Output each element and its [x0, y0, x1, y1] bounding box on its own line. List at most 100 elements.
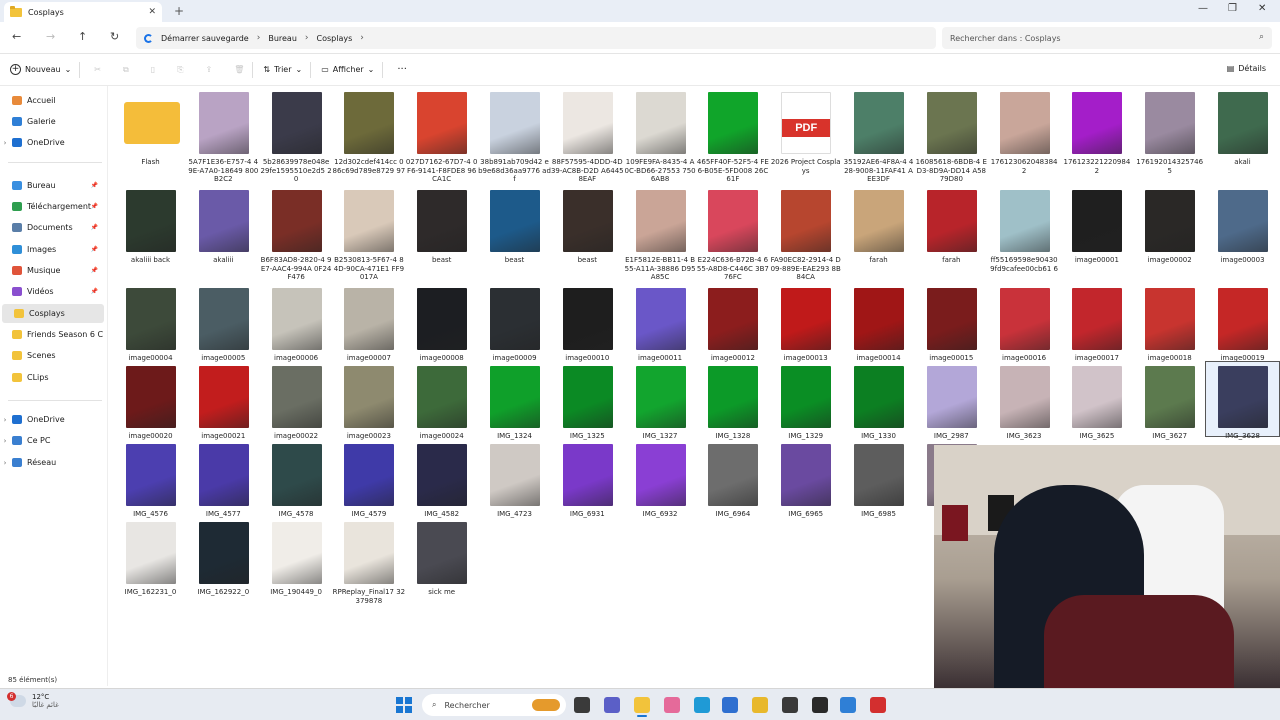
- image-file-item[interactable]: image00021: [187, 362, 260, 440]
- image-file-item[interactable]: IMG_3628: [1205, 361, 1280, 440]
- image-file-item[interactable]: IMG_1328: [696, 362, 769, 440]
- paint-icon[interactable]: [664, 697, 680, 713]
- edge-icon[interactable]: [694, 697, 710, 713]
- more-options-icon[interactable]: ···: [397, 64, 407, 75]
- breadcrumb-separator[interactable]: ›: [305, 33, 309, 43]
- image-file-item[interactable]: image00017: [1060, 284, 1133, 362]
- image-file-item[interactable]: IMG_162922_0: [187, 518, 260, 596]
- chrome-icon[interactable]: [752, 697, 768, 713]
- image-file-item[interactable]: IMG_6985: [842, 440, 915, 518]
- forward-button[interactable]: →: [46, 30, 55, 43]
- image-file-item[interactable]: beast: [551, 186, 624, 282]
- tab-cosplays[interactable]: Cosplays ✕: [4, 2, 162, 22]
- image-file-item[interactable]: IMG_2987: [915, 362, 988, 440]
- sidebar-item[interactable]: ›Bureau📌: [0, 176, 106, 195]
- file-explorer-icon[interactable]: [634, 697, 650, 713]
- breadcrumb-backup[interactable]: Démarrer sauvegarde: [161, 34, 249, 43]
- store-icon[interactable]: [722, 697, 738, 713]
- search-input[interactable]: Rechercher dans : Cosplays ⌕: [942, 27, 1272, 49]
- image-file-item[interactable]: image00008: [405, 284, 478, 362]
- image-file-item[interactable]: image00004: [114, 284, 187, 362]
- sort-button[interactable]: ⇅ Trier ⌄: [263, 65, 302, 74]
- image-file-item[interactable]: IMG_1327: [624, 362, 697, 440]
- image-file-item[interactable]: image00022: [260, 362, 333, 440]
- breadcrumb-cosplays[interactable]: Cosplays: [317, 34, 353, 43]
- image-file-item[interactable]: 16085618-6BDB-4 ED3-8D9A-DD14 A5879D80: [915, 88, 988, 184]
- pdf-file-item[interactable]: PDF 2026 Project Cosplays: [769, 88, 842, 184]
- sidebar-item[interactable]: ›Vidéos📌: [0, 282, 106, 301]
- sidebar-item[interactable]: ›Friends Season 6 C: [0, 325, 106, 344]
- image-file-item[interactable]: IMG_190449_0: [260, 518, 333, 596]
- image-file-item[interactable]: akaliii back: [114, 186, 187, 282]
- image-file-item[interactable]: image00009: [478, 284, 551, 362]
- image-file-item[interactable]: image00024: [405, 362, 478, 440]
- image-file-item[interactable]: image00007: [332, 284, 405, 362]
- chevron-right-icon[interactable]: ›: [0, 139, 10, 147]
- image-file-item[interactable]: IMG_3627: [1133, 362, 1206, 440]
- sidebar-item[interactable]: ›Galerie: [0, 112, 106, 131]
- image-file-item[interactable]: image00001: [1060, 186, 1133, 282]
- image-file-item[interactable]: 35192AE6-4F8A-4 428-9008-11FAF41 AEE3DF: [842, 88, 915, 184]
- sidebar-item[interactable]: ›Images📌: [0, 240, 106, 259]
- refresh-button[interactable]: ↻: [110, 30, 119, 43]
- folder-item[interactable]: Flash: [114, 88, 187, 184]
- image-file-item[interactable]: image00020: [114, 362, 187, 440]
- image-file-item[interactable]: E1F5812E-BB11-4 B55-A11A-38886 D95A85C: [624, 186, 697, 282]
- image-file-item[interactable]: image00018: [1133, 284, 1206, 362]
- image-file-item[interactable]: image00005: [187, 284, 260, 362]
- start-button[interactable]: [396, 697, 412, 713]
- breadcrumb-separator[interactable]: ›: [257, 33, 261, 43]
- image-file-item[interactable]: IMG_4582: [405, 440, 478, 518]
- tab-close-icon[interactable]: ✕: [148, 7, 156, 17]
- image-file-item[interactable]: IMG_4576: [114, 440, 187, 518]
- image-file-item[interactable]: RPReplay_Final17 32379878: [332, 518, 405, 605]
- image-file-item[interactable]: 027D7162-67D7-4 0F6-9141-F8FDE8 96CA1C: [405, 88, 478, 184]
- image-file-item[interactable]: 109FE9FA-8435-4 A0C-BD66-27553 7506AB8: [624, 88, 697, 184]
- image-file-item[interactable]: akaliii: [187, 186, 260, 282]
- image-file-item[interactable]: beast: [405, 186, 478, 282]
- image-file-item[interactable]: 38b891ab709d42 eb9e68d36aa9776 adf: [478, 88, 551, 184]
- sidebar-item[interactable]: ›Scenes: [0, 346, 106, 365]
- delete-icon[interactable]: 🗑: [234, 65, 244, 74]
- image-file-item[interactable]: image00002: [1133, 186, 1206, 282]
- image-file-item[interactable]: ff55169598e90430 9fd9cafee00cb61 6: [988, 186, 1061, 282]
- sidebar-item[interactable]: ›Accueil: [0, 91, 106, 110]
- image-file-item[interactable]: image00023: [332, 362, 405, 440]
- image-file-item[interactable]: 5b28639978e048e 29fe1595510e2d5 20: [260, 88, 333, 184]
- image-file-item[interactable]: IMG_162231_0: [114, 518, 187, 596]
- image-file-item[interactable]: IMG_6965: [769, 440, 842, 518]
- chevron-right-icon[interactable]: ›: [0, 437, 10, 445]
- image-file-item[interactable]: image00013: [769, 284, 842, 362]
- image-file-item[interactable]: farah: [915, 186, 988, 282]
- address-bar[interactable]: Démarrer sauvegarde › Bureau › Cosplays …: [136, 27, 936, 49]
- image-file-item[interactable]: IMG_1329: [769, 362, 842, 440]
- image-file-item[interactable]: IMG_6964: [696, 440, 769, 518]
- breadcrumb-bureau[interactable]: Bureau: [268, 34, 297, 43]
- up-button[interactable]: ↑: [78, 30, 87, 43]
- task-view-icon[interactable]: [574, 697, 590, 713]
- image-file-item[interactable]: FA90EC82-2914-4 D09-889E-EAE293 8B84CA: [769, 186, 842, 282]
- image-file-item[interactable]: farah: [842, 186, 915, 282]
- opera-icon[interactable]: [870, 697, 886, 713]
- chevron-right-icon[interactable]: ›: [0, 459, 10, 467]
- image-file-item[interactable]: IMG_3625: [1060, 362, 1133, 440]
- image-file-item[interactable]: sick me: [405, 518, 478, 596]
- image-file-item[interactable]: IMG_6931: [551, 440, 624, 518]
- image-file-item[interactable]: IMG_4579: [332, 440, 405, 518]
- rename-icon[interactable]: ⎘: [177, 65, 183, 75]
- image-file-item[interactable]: B2530813-5F67-4 84D-90CA-471E1 FF9017A: [332, 186, 405, 282]
- taskbar-search-input[interactable]: ⌕ Rechercher: [422, 694, 566, 716]
- view-button[interactable]: ▭ Afficher ⌄: [321, 65, 374, 74]
- image-file-item[interactable]: image00016: [988, 284, 1061, 362]
- details-button[interactable]: ▤ Détails: [1227, 64, 1266, 73]
- cut-icon[interactable]: ✂: [94, 65, 101, 74]
- image-file-item[interactable]: image00014: [842, 284, 915, 362]
- share-icon[interactable]: ⇪: [206, 65, 213, 74]
- image-file-item[interactable]: image00010: [551, 284, 624, 362]
- snipping-icon[interactable]: [840, 697, 856, 713]
- image-file-item[interactable]: image00012: [696, 284, 769, 362]
- image-file-item[interactable]: IMG_1325: [551, 362, 624, 440]
- image-file-item[interactable]: 88F57595-4DDD-4D39-AC8B-D2D A64458EAF: [551, 88, 624, 184]
- image-file-item[interactable]: 176192014325746 5: [1133, 88, 1206, 184]
- sidebar-item[interactable]: ›Documents📌: [0, 218, 106, 237]
